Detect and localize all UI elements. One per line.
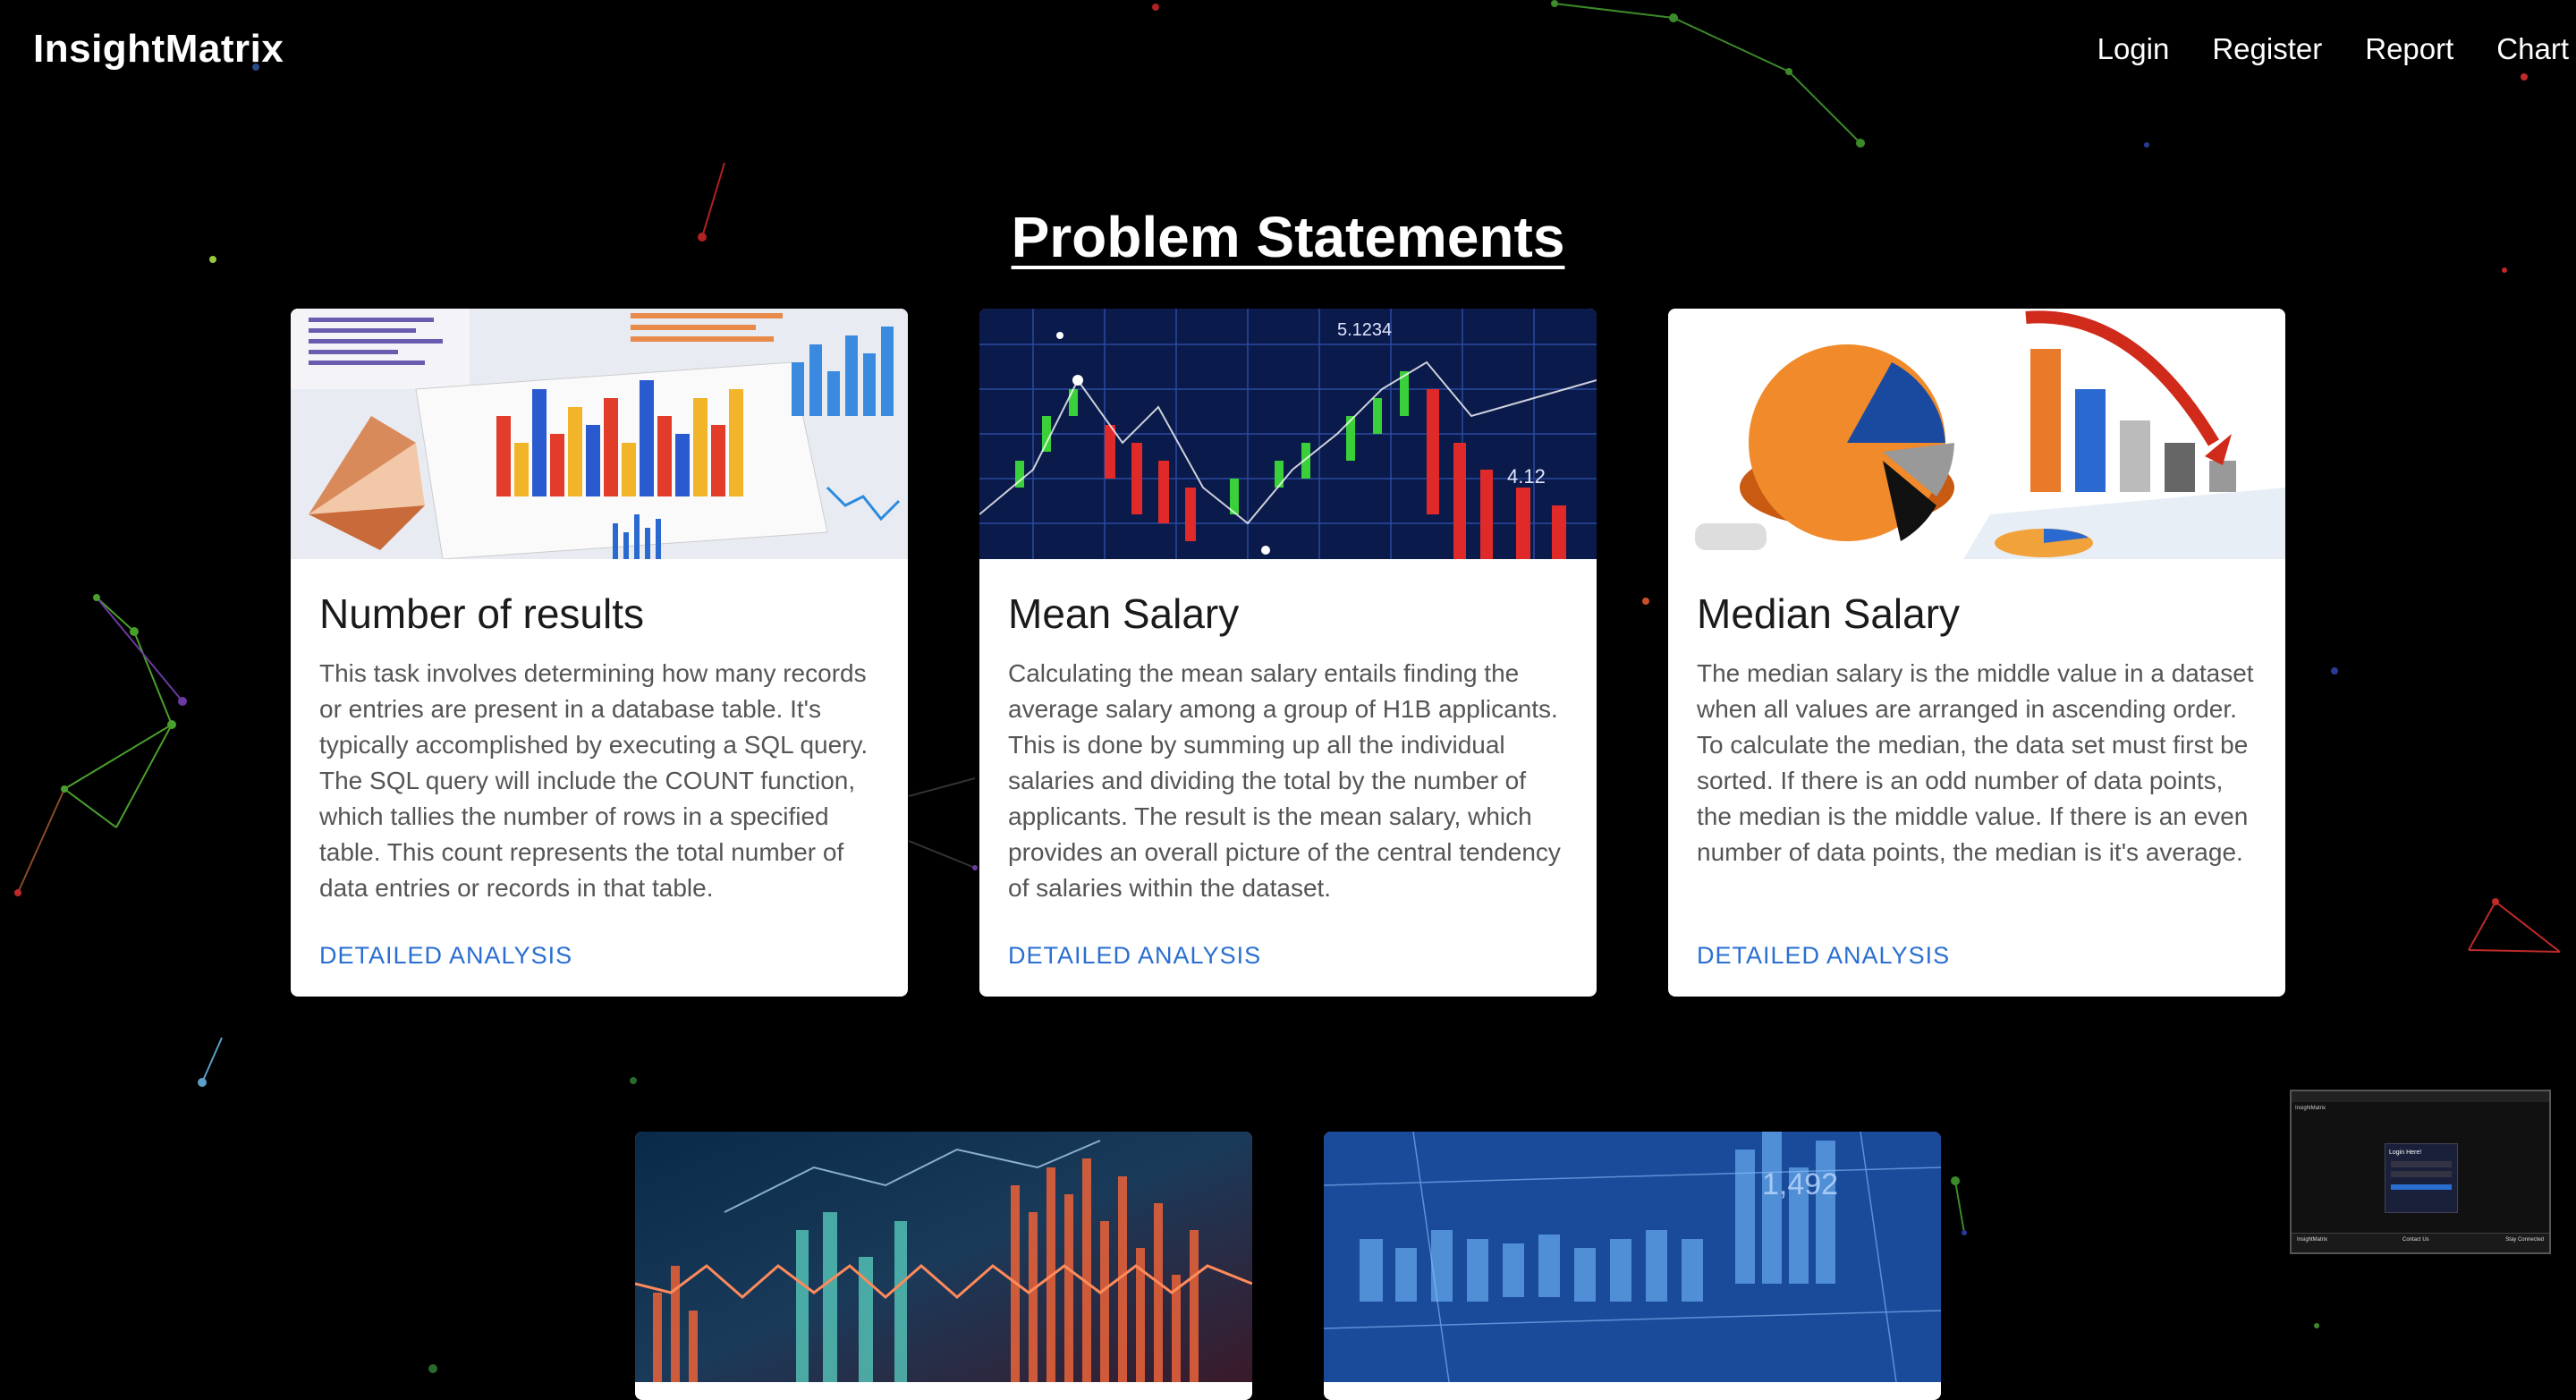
page-title: Problem Statements bbox=[1011, 204, 1565, 269]
financial-graph-abstract-image bbox=[635, 1132, 1252, 1382]
card-number-of-results: Number of results This task involves det… bbox=[291, 309, 908, 997]
card-financial-graph bbox=[635, 1132, 1252, 1400]
card-description: The median salary is the middle value in… bbox=[1697, 659, 2254, 866]
thumbnail-input bbox=[2391, 1161, 2452, 1167]
card-title: Number of results bbox=[319, 590, 645, 637]
detailed-analysis-link[interactable]: DETAILED ANALYSIS bbox=[319, 942, 879, 997]
thumbnail-login-heading: Login Here! bbox=[2389, 1150, 2422, 1156]
blue-stock-bars-image: 1,492 bbox=[1324, 1132, 1941, 1382]
card-blue-stock: 1,492 bbox=[1324, 1132, 1941, 1400]
card-title: Median Salary bbox=[1697, 590, 1961, 637]
thumbnail-button bbox=[2391, 1184, 2452, 1190]
thumbnail-brand: InsightMatrix bbox=[2295, 1106, 2326, 1111]
card-mean-salary: 5.1234 4.12 Mean Salary Calculating the … bbox=[979, 309, 1597, 997]
stock-candlestick-chart-image: 5.1234 4.12 bbox=[979, 309, 1597, 559]
svg-text:5.1234: 5.1234 bbox=[1337, 320, 1392, 340]
card-description: This task involves determining how many … bbox=[319, 659, 869, 902]
card-median-salary: Median Salary The median salary is the m… bbox=[1668, 309, 2285, 997]
bar-charts-on-paper-image bbox=[291, 309, 908, 559]
detailed-analysis-link[interactable]: DETAILED ANALYSIS bbox=[1008, 942, 1568, 997]
nav-report-link[interactable]: Report bbox=[2365, 32, 2453, 66]
top-navbar: InsightMatrix Login Register Report Char… bbox=[0, 0, 2576, 106]
thumbnail-login-box: Login Here! bbox=[2385, 1143, 2458, 1213]
3d-pie-and-bar-chart-image bbox=[1668, 309, 2285, 559]
card-title: Mean Salary bbox=[1008, 590, 1240, 637]
nav-chart-link[interactable]: Chart bbox=[2496, 32, 2569, 66]
nav-links: Login Register Report Chart bbox=[2097, 32, 2569, 66]
detailed-analysis-link[interactable]: DETAILED ANALYSIS bbox=[1697, 942, 2257, 997]
brand-logo[interactable]: InsightMatrix bbox=[33, 27, 284, 72]
thumbnail-input bbox=[2391, 1171, 2452, 1177]
svg-text:4.12: 4.12 bbox=[1507, 465, 1546, 488]
nav-login-link[interactable]: Login bbox=[2097, 32, 2170, 66]
nav-register-link[interactable]: Register bbox=[2212, 32, 2322, 66]
card-description: Calculating the mean salary entails find… bbox=[1008, 659, 1561, 902]
thumbnail-browser-bar bbox=[2292, 1091, 2549, 1102]
login-page-thumbnail[interactable]: InsightMatrix Login Here! InsightMatrix … bbox=[2290, 1090, 2551, 1254]
svg-text:1,492: 1,492 bbox=[1762, 1167, 1838, 1201]
thumbnail-footer: InsightMatrix Contact Us Stay Connected bbox=[2292, 1233, 2549, 1252]
